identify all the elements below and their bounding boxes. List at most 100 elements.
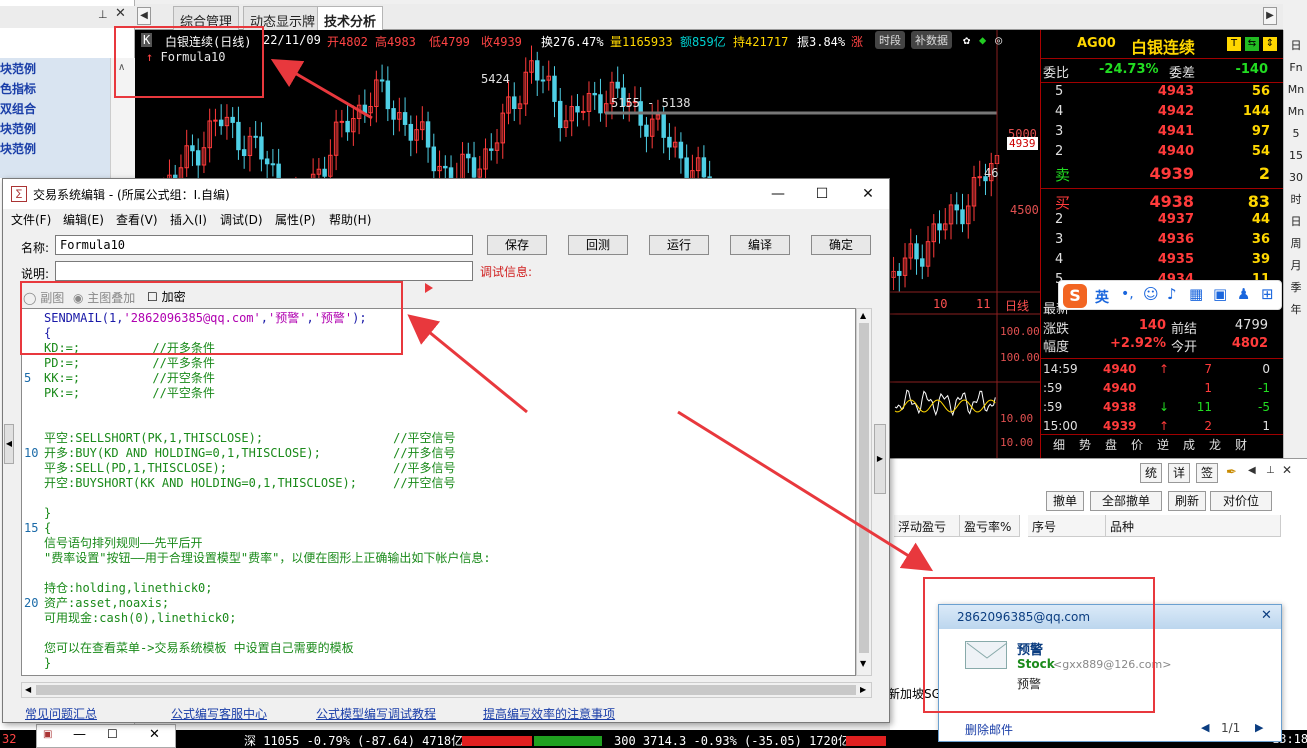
period-tool-9[interactable]: 周 xyxy=(1286,234,1306,253)
menu-grid-icon[interactable]: ⊞ xyxy=(1261,285,1274,303)
trade-sign-button[interactable]: 签 xyxy=(1196,463,1218,483)
period-label[interactable]: 日线 xyxy=(1005,297,1029,314)
t-icon[interactable]: T xyxy=(1227,37,1241,51)
tools-icon[interactable]: ✒ xyxy=(1226,465,1237,480)
editor-titlebar[interactable]: ∑ 交易系统编辑 - (所属公式组：I.自编) — ☐ ✕ xyxy=(3,179,889,209)
fill-data-button[interactable]: 补数据 xyxy=(911,31,952,49)
scroll-thumb[interactable] xyxy=(36,685,856,695)
period-tool-3[interactable]: Mn xyxy=(1286,102,1306,121)
minimize-icon[interactable]: — xyxy=(763,183,793,205)
buy-depth-row[interactable]: 3 4936 36 xyxy=(1041,232,1284,252)
period-tool-11[interactable]: 季 xyxy=(1286,278,1306,297)
code-vertical-scrollbar[interactable]: ▲ ▼ xyxy=(856,308,872,676)
target-icon[interactable]: ◎ xyxy=(995,33,1002,47)
quote-tab[interactable]: 势 xyxy=(1079,436,1091,453)
menu-file[interactable]: 文件(F) xyxy=(11,211,51,228)
col-seq[interactable]: 序号 xyxy=(1028,515,1106,537)
sell-depth-row[interactable]: 3 4941 97 xyxy=(1041,124,1284,144)
buy-depth-row[interactable]: 2 4937 44 xyxy=(1041,212,1284,232)
faq-link[interactable]: 常见问题汇总 xyxy=(25,705,97,722)
ime-logo-icon[interactable]: S xyxy=(1063,284,1087,308)
pin-icon[interactable]: ⊥ xyxy=(98,8,108,21)
chevron-left-icon[interactable]: ◀ xyxy=(25,685,31,694)
col-floating-pnl[interactable]: 浮动盈亏 xyxy=(894,515,960,537)
sell-depth-row[interactable]: 卖 4939 2 xyxy=(1041,164,1284,186)
left-list-item[interactable]: 块范例 xyxy=(0,60,110,80)
counter-price-button[interactable]: 对价位 xyxy=(1210,491,1272,511)
period-tool-2[interactable]: Mn xyxy=(1286,80,1306,99)
quote-tab[interactable]: 价 xyxy=(1131,436,1143,453)
run-button[interactable]: 运行 xyxy=(649,235,709,255)
buy-depth-row[interactable]: 4 4935 39 xyxy=(1041,252,1284,272)
period-tool-7[interactable]: 时 xyxy=(1286,190,1306,209)
backtest-button[interactable]: 回测 xyxy=(568,235,628,255)
chevron-up-icon[interactable]: ▲ xyxy=(860,311,866,320)
punctuation-icon[interactable]: •, xyxy=(1121,286,1134,302)
buy-depth-row[interactable]: 买 4938 83 xyxy=(1041,192,1284,214)
scroll-thumb[interactable] xyxy=(859,323,869,653)
trade-stat-button[interactable]: 统 xyxy=(1140,463,1162,483)
expand-icon[interactable]: ⇕ xyxy=(1263,37,1277,51)
toolbox-icon[interactable]: ▣ xyxy=(1213,285,1227,303)
quote-tab[interactable]: 细 xyxy=(1053,436,1065,453)
period-tool-5[interactable]: 15 xyxy=(1286,146,1306,165)
confirm-button[interactable]: 确定 xyxy=(811,235,871,255)
pin-icon[interactable]: ⊥ xyxy=(1266,465,1275,476)
period-tool-0[interactable]: 日 xyxy=(1286,36,1306,55)
close-icon[interactable]: ✕ xyxy=(149,727,160,742)
period-tool-8[interactable]: 日 xyxy=(1286,212,1306,231)
right-collapse-handle[interactable]: ▶ xyxy=(874,424,886,494)
keyboard-icon[interactable]: ▦ xyxy=(1189,285,1203,303)
tab-next-button[interactable]: ▶ xyxy=(1263,7,1277,25)
sell-depth-row[interactable]: 2 4940 54 xyxy=(1041,144,1284,164)
close-icon[interactable]: ✕ xyxy=(1261,608,1272,623)
tab-technical-analysis[interactable]: 技术分析 xyxy=(317,6,384,31)
trade-detail-button[interactable]: 详 xyxy=(1168,463,1190,483)
left-list-item[interactable]: 块范例 xyxy=(0,120,110,140)
sell-depth-row[interactable]: 4 4942 144 xyxy=(1041,104,1284,124)
efficiency-link[interactable]: 提高编写效率的注意事项 xyxy=(483,705,615,722)
switch-icon[interactable]: ⇆ xyxy=(1245,37,1259,51)
close-icon[interactable]: ✕ xyxy=(853,183,883,205)
close-icon[interactable]: ✕ xyxy=(115,6,126,21)
desc-input[interactable] xyxy=(55,261,473,281)
code-horizontal-scrollbar[interactable]: ◀ ▶ xyxy=(21,682,872,698)
period-tool-6[interactable]: 30 xyxy=(1286,168,1306,187)
left-list-item[interactable]: 双组合 xyxy=(0,100,110,120)
maximize-icon[interactable]: ☐ xyxy=(807,183,837,205)
menu-insert[interactable]: 插入(I) xyxy=(170,211,207,228)
chevron-down-icon[interactable]: ▼ xyxy=(860,659,866,668)
menu-edit[interactable]: 编辑(E) xyxy=(63,211,104,228)
period-button[interactable]: 时段 xyxy=(875,31,905,49)
col-product[interactable]: 品种 xyxy=(1106,515,1281,537)
left-list-item[interactable]: 色指标 xyxy=(0,80,110,100)
skin-icon[interactable]: ♟ xyxy=(1237,285,1250,303)
minimize-icon[interactable]: — xyxy=(73,727,86,742)
sell-depth-row[interactable]: 5 4943 56 xyxy=(1041,84,1284,104)
save-button[interactable]: 保存 xyxy=(487,235,547,255)
menu-view[interactable]: 查看(V) xyxy=(116,211,158,228)
collapse-icon[interactable]: ◀ xyxy=(1248,465,1256,476)
refresh-button[interactable]: 刷新 xyxy=(1168,491,1206,511)
maximize-icon[interactable]: ☐ xyxy=(107,727,118,741)
left-list-item[interactable]: 块范例 xyxy=(0,140,110,160)
ime-lang-toggle[interactable]: 英 xyxy=(1095,287,1109,307)
next-mail-icon[interactable]: ▶ xyxy=(1255,721,1263,734)
microphone-icon[interactable]: ♪ xyxy=(1167,285,1177,303)
quote-tab[interactable]: 龙 xyxy=(1209,436,1221,453)
cancel-order-button[interactable]: 撤单 xyxy=(1046,491,1084,511)
left-collapse-handle[interactable]: ◀ xyxy=(4,424,14,464)
quote-tab[interactable]: 成 xyxy=(1183,436,1195,453)
menu-help[interactable]: 帮助(H) xyxy=(329,211,371,228)
prev-mail-icon[interactable]: ◀ xyxy=(1201,721,1209,734)
close-icon[interactable]: ✕ xyxy=(1282,463,1292,477)
chevron-right-icon[interactable]: ▶ xyxy=(860,685,866,694)
code-editor[interactable]: SENDMAIL(1,'2862096385@qq.com','预警','预警'… xyxy=(21,308,856,676)
settings-gear-icon[interactable]: ✿ xyxy=(963,33,970,47)
mini-window[interactable]: ▣ — ☐ ✕ xyxy=(36,724,176,748)
cancel-all-button[interactable]: 全部撤单 xyxy=(1090,491,1162,511)
name-input[interactable]: Formula10 xyxy=(55,235,473,255)
quote-tab[interactable]: 逆 xyxy=(1157,436,1169,453)
support-link[interactable]: 公式编写客服中心 xyxy=(171,705,267,722)
period-tool-10[interactable]: 月 xyxy=(1286,256,1306,275)
